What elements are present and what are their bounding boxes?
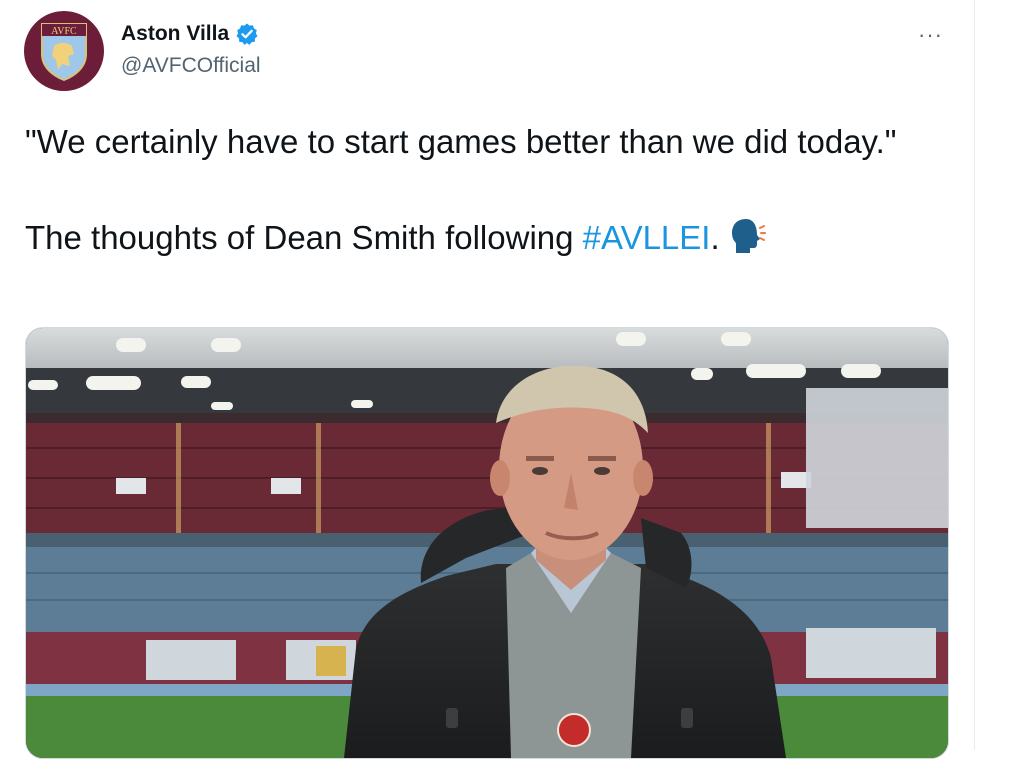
- stadium-interview-scene: [26, 328, 948, 758]
- avatar[interactable]: AVFC: [24, 11, 104, 91]
- tweet-line-2: The thoughts of Dean Smith following #AV…: [25, 214, 945, 262]
- club-crest-icon: AVFC: [41, 23, 87, 82]
- tweet-quote: "We certainly have to start games better…: [25, 123, 897, 160]
- tweet-line-2-text: The thoughts of Dean Smith following: [25, 219, 583, 256]
- tweet-line-2-suffix: .: [710, 219, 720, 256]
- more-options-button[interactable]: ···: [918, 22, 943, 48]
- svg-text:AVFC: AVFC: [51, 26, 77, 37]
- speaking-head-icon: [731, 219, 766, 253]
- timeline-border: [974, 0, 975, 750]
- hashtag-link[interactable]: #AVLLEI: [583, 219, 711, 256]
- tweet-card: AVFC Aston Villa @AVFCOfficial ··· "We c…: [0, 0, 974, 759]
- video-thumbnail[interactable]: [25, 327, 949, 759]
- tweet-text: "We certainly have to start games better…: [25, 118, 945, 262]
- account-handle[interactable]: @AVFCOfficial: [121, 54, 261, 78]
- account-name[interactable]: Aston Villa: [121, 22, 229, 46]
- verified-badge-icon: [236, 23, 258, 45]
